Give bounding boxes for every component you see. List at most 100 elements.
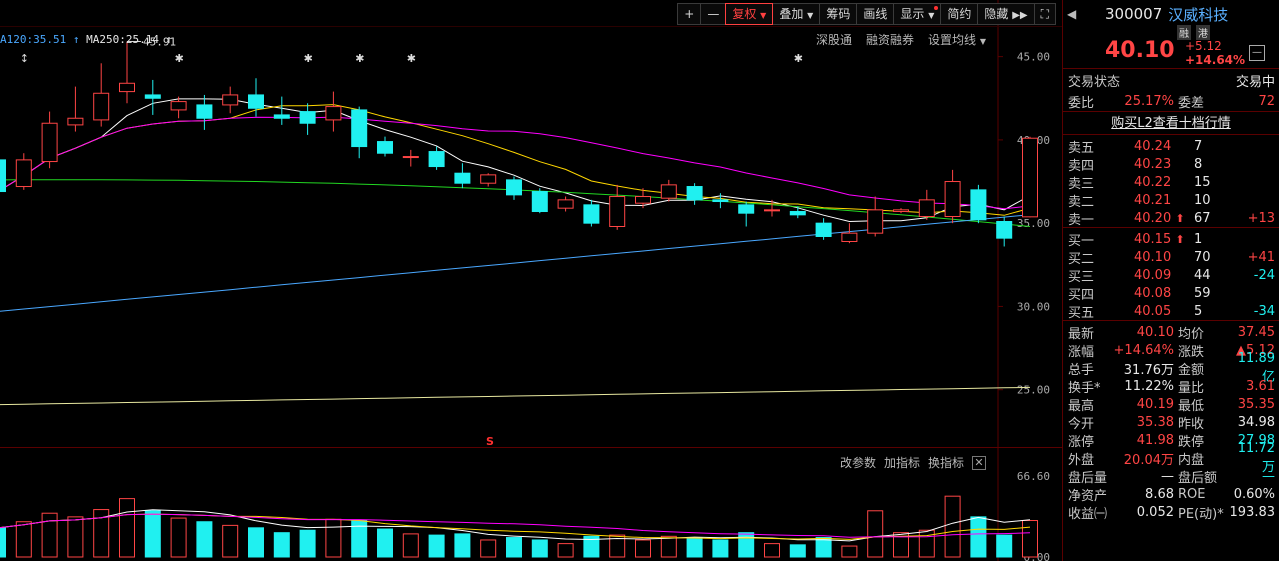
display-dropdown[interactable]: 显示 ▼ [893,3,942,25]
chips-button[interactable]: 筹码 [819,3,858,25]
ma-settings-link[interactable]: 设置均线 ▼ [928,31,986,48]
arrow-up-icon: ↑ [165,33,173,46]
volume-bar [996,534,1013,558]
ask-book: 卖五 40.24 7 卖四 40.23 8 卖三 40.22 15 卖二 40.21 10 卖一 40.2… [1063,135,1279,228]
ask-volume: 10 [1194,192,1211,208]
volume-bar [841,545,858,558]
volume-bar [15,521,32,558]
volume-bar [531,539,548,558]
volume-bar [867,510,884,558]
volume-bar [170,517,187,558]
bid-price: 40.10 [1134,249,1172,265]
bid-row[interactable]: 买五 40.05 5 -34 [1063,302,1279,321]
weibi-row: 委比 25.17% 委差 72 [1063,91,1279,111]
stat-value: 20.04万 [1123,452,1174,468]
stat-value: 40.19 [1136,396,1174,412]
double-chevron-right-icon: ▶▶ [1012,10,1028,21]
collapse-panel-icon[interactable]: ◀ [1067,7,1087,21]
candle-up [93,92,110,121]
volume-bar [506,537,522,558]
candle-up [1022,137,1038,218]
close-icon[interactable]: ✕ [972,455,986,470]
trade-status-value: 交易中 [1235,74,1275,90]
ma250-line [0,386,1031,406]
y-tick-label: 45.00 [1017,51,1050,64]
fuquan-dropdown[interactable]: 复权 ▼ [725,3,774,25]
stat-label: 最新 [1068,326,1095,342]
stat-value: 40.10 [1136,324,1174,340]
price-block: 融 港 40.10 +5.12 +14.64% — [1063,25,1279,68]
zoom-in-button[interactable]: + [677,3,702,25]
bid-row[interactable]: 买一 40.15 ⬆ 1 [1063,230,1279,249]
stock-name[interactable]: 汉威科技 [1168,4,1228,25]
trade-status-row: 交易状态 交易中 [1063,69,1279,91]
change-params-link[interactable]: 改参数 [840,454,876,471]
ask-row[interactable]: 卖二 40.21 10 [1063,191,1279,210]
stat-row: 换手* 11.22% 量比 3.61 [1063,377,1279,396]
volume-bar [660,535,677,558]
volume-bar [196,521,213,558]
bid-volume: 59 [1194,285,1211,301]
stat-row: 外盘 20.04万 内盘 11.72万 [1063,441,1279,475]
stat-value: 37.45 [1237,324,1275,340]
ask-row[interactable]: 卖一 40.20 ⬆ 67 +13 [1063,209,1279,228]
price-chart[interactable]: 45.0040.0035.0030.0025.0045.91↕✱✱✱✱✱S [0,0,1062,448]
weicha-label: 委差 [1178,95,1205,111]
zoom-out-button[interactable]: — [700,3,727,25]
candle-up [660,184,677,199]
bid-label: 买四 [1068,287,1095,303]
volume-bar [299,529,316,558]
switch-indicator-link[interactable]: 换指标 [928,454,964,471]
overlay-dropdown[interactable]: 叠加 ▼ [772,3,821,25]
bid-price: 40.15 ⬆ [1134,231,1185,247]
candle-down [377,141,393,154]
kline-chart-area[interactable]: 45.0040.0035.0030.0025.0045.91↕✱✱✱✱✱S 66… [0,0,1062,561]
ask-row[interactable]: 卖四 40.23 8 [1063,155,1279,174]
candle-down [428,151,445,168]
candle-up [841,232,858,242]
ask-volume: 67 [1194,210,1211,226]
add-indicator-link[interactable]: 加指标 [884,454,920,471]
candle-up [764,209,780,212]
stats-table: 最新 40.10 均价 37.45 涨幅 +14.64% 涨跌 ▲5.12 总手 31.76万 金额… [1063,321,1279,522]
volume-bar [119,498,135,558]
stat-label: 总手 [1068,362,1095,378]
candle-up [67,117,84,126]
stat-row: 总手 31.76万 金额 11.89亿 [1063,351,1279,385]
stat-label: 收益㈠ [1068,506,1108,522]
stat-row: 净资产 8.68 ROE 0.60% [1063,485,1279,504]
bid-row[interactable]: 买二 40.10 70 +41 [1063,248,1279,267]
trade-status-label: 交易状态 [1068,74,1121,90]
ask-row[interactable]: 卖五 40.24 7 [1063,137,1279,156]
stat-value: 11.22% [1124,378,1174,394]
buy-l2-link[interactable]: 购买L2查看十档行情 [1111,116,1231,131]
volume-bar [944,495,961,558]
candle-up [119,82,135,93]
ask-label: 卖二 [1068,194,1095,210]
chart-sub-links: 深股通 融资融券 设置均线 ▼ [816,31,986,48]
ma-settings-label: 设置均线 [928,33,977,47]
simple-mode-button[interactable]: 简约 [940,3,979,25]
ask-row[interactable]: 卖三 40.22 15 [1063,173,1279,192]
bid-row[interactable]: 买四 40.08 59 [1063,284,1279,303]
stat-row: 最新 40.10 均价 37.45 [1063,323,1279,342]
s-marker-icon: S [486,435,494,448]
margin-trading-link[interactable]: 融资融券 [866,31,914,48]
bid-row[interactable]: 买三 40.09 44 -24 [1063,266,1279,285]
stat-row: 今开 35.38 昨收 34.98 [1063,413,1279,432]
weibi-label: 委比 [1068,95,1095,111]
minimize-button[interactable]: — [1249,45,1265,61]
volume-bar [635,539,651,558]
bid-delta: -34 [1253,303,1275,319]
draw-line-button[interactable]: 画线 [856,3,895,25]
fullscreen-button[interactable]: ⛶ [1033,3,1056,25]
hk-connect-tag: 港 [1196,25,1210,40]
candle-down [248,94,264,109]
hide-button[interactable]: 隐藏 ▶▶ [977,3,1035,25]
stock-code: 300007 [1105,5,1163,23]
candle-down [531,191,548,213]
ask-volume: 15 [1194,174,1211,190]
notification-dot [934,6,939,10]
shengutong-link[interactable]: 深股通 [816,31,852,48]
chart-toolbar: + — 复权 ▼ 叠加 ▼ 筹码 画线 显示 ▼ 简约 隐藏 ▶▶ ⛶ [677,3,1056,25]
